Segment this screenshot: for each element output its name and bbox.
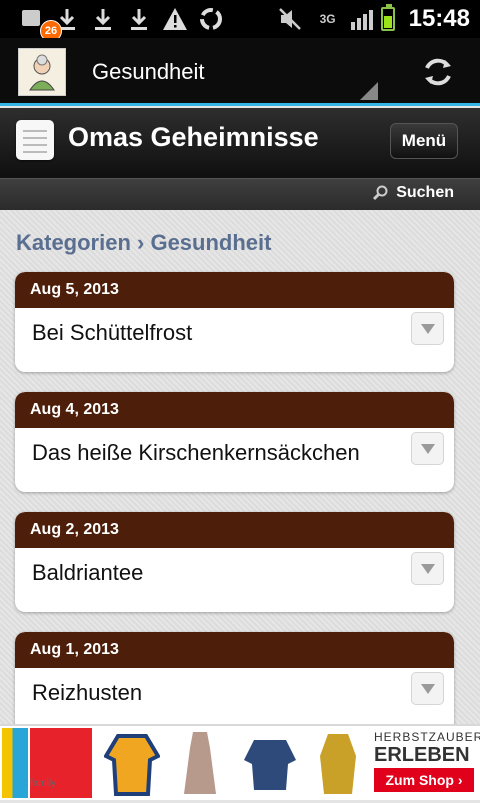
post-title[interactable]: Reizhusten <box>32 680 142 706</box>
action-bar: Gesundheit <box>0 38 480 106</box>
post-title[interactable]: Bei Schüttelfrost <box>32 320 192 346</box>
post-card[interactable]: Aug 1, 2013 Reizhusten <box>15 632 454 724</box>
ad-headline: ERLEBEN <box>374 744 470 766</box>
ad-color-stripe <box>2 728 28 798</box>
post-title[interactable]: Baldriantee <box>32 560 143 586</box>
post-date: Aug 5, 2013 <box>15 272 454 308</box>
site-header: Omas Geheimnisse Menü <box>0 108 480 178</box>
search-label: Suchen <box>396 184 454 201</box>
search-icon <box>373 185 388 201</box>
ad-shop-button[interactable]: Zum Shop › <box>374 768 474 792</box>
sweater-product-image <box>242 728 298 798</box>
post-date: Aug 4, 2013 <box>15 392 454 428</box>
chevron-down-icon <box>420 683 435 694</box>
network-type-indicator: 3G <box>319 12 336 26</box>
dress-product-image <box>180 728 220 798</box>
post-date: Aug 2, 2013 <box>15 512 454 548</box>
post-title[interactable]: Das heiße Kirschenkernsäckchen <box>32 440 360 466</box>
post-card[interactable]: Aug 4, 2013 Das heiße Kirschenkernsäckch… <box>15 392 454 492</box>
status-bar: 26 3G 15:48 <box>0 0 480 42</box>
expand-button[interactable] <box>411 432 444 465</box>
mute-icon <box>275 4 305 34</box>
download-icon <box>124 4 154 34</box>
battery-icon <box>380 4 395 31</box>
chevron-down-icon <box>420 563 435 574</box>
recycle-icon <box>196 4 226 34</box>
ad-brand: family <box>30 778 57 789</box>
warning-icon <box>160 4 190 34</box>
ad-headline-top: HERBSTZAUBER <box>374 730 480 744</box>
jacket-product-image <box>103 728 161 798</box>
menu-button[interactable]: Menü <box>390 123 458 159</box>
expand-button[interactable] <box>411 312 444 345</box>
breadcrumb[interactable]: Kategorien › Gesundheit <box>16 230 271 256</box>
action-bar-title[interactable]: Gesundheit <box>92 59 205 85</box>
grandma-icon <box>29 54 55 91</box>
search-button[interactable]: Suchen <box>372 184 454 202</box>
content-area: Kategorien › Gesundheit Aug 5, 2013 Bei … <box>0 210 480 724</box>
notebook-icon <box>16 120 54 160</box>
post-card[interactable]: Aug 2, 2013 Baldriantee <box>15 512 454 612</box>
ad-banner[interactable]: family HERBSTZAUBER ERLEBEN Zum Shop › <box>0 724 480 800</box>
spinner-indicator-icon[interactable] <box>360 82 378 100</box>
cardigan-product-image <box>316 728 360 798</box>
site-title[interactable]: Omas Geheimnisse <box>68 122 319 153</box>
signal-icon <box>350 8 373 30</box>
post-date: Aug 1, 2013 <box>15 632 454 668</box>
refresh-icon[interactable] <box>418 52 458 92</box>
download-icon <box>88 4 118 34</box>
chevron-down-icon <box>420 443 435 454</box>
expand-button[interactable] <box>411 552 444 585</box>
post-card[interactable]: Aug 5, 2013 Bei Schüttelfrost <box>15 272 454 372</box>
app-icon[interactable] <box>18 48 66 96</box>
chevron-down-icon <box>420 323 435 334</box>
expand-button[interactable] <box>411 672 444 705</box>
clock: 15:48 <box>408 5 470 32</box>
search-bar: Suchen <box>0 178 480 211</box>
